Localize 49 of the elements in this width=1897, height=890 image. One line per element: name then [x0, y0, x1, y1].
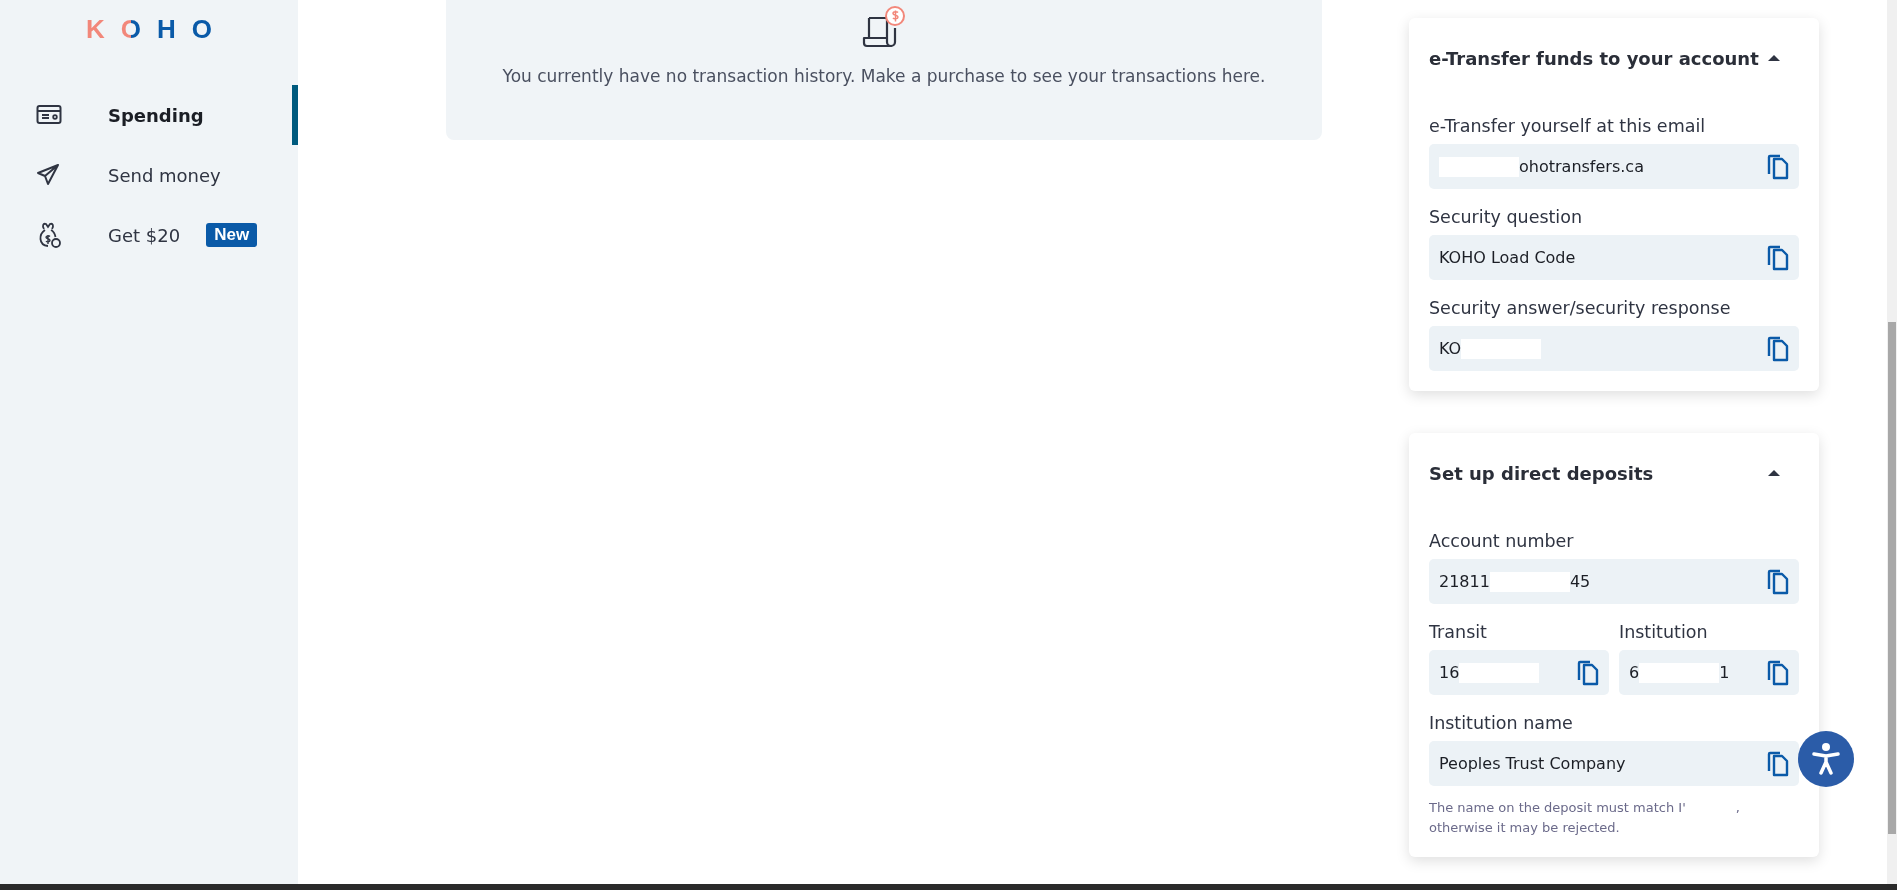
field-value: 6 [1629, 663, 1640, 682]
field-label: Security answer/security response [1429, 298, 1732, 318]
copy-field[interactable]: Peoples Trust Company [1429, 741, 1799, 786]
sidebar-item-label: Spending [108, 104, 204, 126]
deposit-note: The name on the deposit must match I' , otherwise it may be rejected. [1429, 799, 1741, 837]
sidebar-item[interactable]: Send money [0, 145, 298, 205]
field-label: Security question [1429, 207, 1584, 227]
field-label: Institution name [1429, 713, 1574, 733]
field-value: Peoples Trust Company [1439, 754, 1626, 773]
copy-field[interactable]: KOHO Load Code [1429, 235, 1799, 280]
copy-field[interactable]: 6 1 [1619, 650, 1799, 695]
copy-icon[interactable] [1577, 659, 1599, 686]
caret-icon[interactable] [1767, 469, 1781, 477]
field-value: KO [1439, 339, 1462, 358]
copy-icon[interactable] [1767, 244, 1789, 271]
copy-field[interactable]: 21811 45 [1429, 559, 1799, 604]
copy-icon[interactable] [1767, 153, 1789, 180]
scrollbar-thumb[interactable] [1888, 322, 1896, 834]
field-value: 45 [1569, 572, 1591, 591]
field-label: Account number [1429, 531, 1575, 551]
sidebar-item-label: Get $20 [108, 224, 181, 246]
copy-icon[interactable] [1767, 659, 1789, 686]
accessibility-button[interactable] [1798, 731, 1854, 787]
copy-icon[interactable] [1767, 568, 1789, 595]
card-icon [36, 104, 62, 126]
field-label: e-Transfer yourself at this email [1429, 116, 1707, 136]
field-label: Institution [1619, 622, 1709, 642]
field-value: 16 [1439, 663, 1460, 682]
sidebar-item-label: Send money [108, 164, 221, 186]
sidebar-item[interactable]: Spending [0, 85, 298, 145]
copy-field[interactable]: ohotransfers.ca [1429, 144, 1799, 189]
field-value: ohotransfers.ca [1519, 157, 1644, 176]
accessibility-icon [1811, 742, 1841, 776]
copy-field[interactable]: KO [1429, 326, 1799, 371]
copy-icon[interactable] [1767, 335, 1789, 362]
sidebar-item[interactable]: Get $20 New [0, 205, 298, 265]
copy-icon[interactable] [1767, 750, 1789, 777]
panel-title: Set up direct deposits [1429, 462, 1654, 484]
empty-state-message: You currently have no transaction history. Make a purchase to see your transactions here. [502, 66, 1266, 86]
paper-plane-icon [36, 163, 60, 187]
copy-field[interactable]: 16 [1429, 650, 1609, 695]
new-badge: New [206, 223, 258, 247]
field-label: Transit [1429, 622, 1488, 642]
field-value: KOHO Load Code [1439, 248, 1576, 267]
caret-icon[interactable] [1767, 54, 1781, 62]
koho-logo: K O H O [0, 0, 298, 70]
field-value: 1 [1719, 663, 1730, 682]
panel-title: e-Transfer funds to your account [1429, 47, 1759, 69]
field-value: 21811 [1439, 572, 1490, 591]
